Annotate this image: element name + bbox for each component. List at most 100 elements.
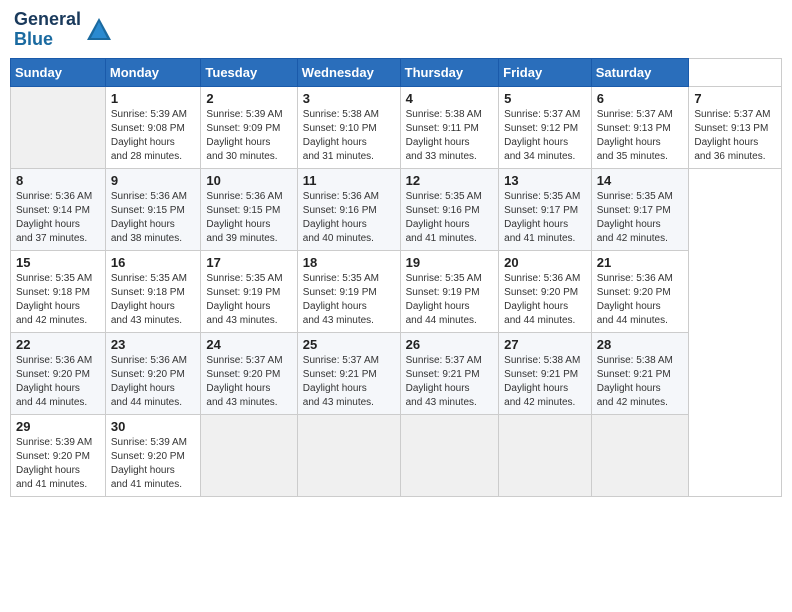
calendar-week-row: 22 Sunrise: 5:36 AM Sunset: 9:20 PM Dayl…	[11, 332, 782, 414]
day-info: Sunrise: 5:36 AM Sunset: 9:20 PM Dayligh…	[597, 272, 684, 328]
calendar-header-row: SundayMondayTuesdayWednesdayThursdayFrid…	[11, 58, 782, 86]
day-info: Sunrise: 5:35 AM Sunset: 9:19 PM Dayligh…	[406, 272, 494, 328]
calendar-week-row: 29 Sunrise: 5:39 AM Sunset: 9:20 PM Dayl…	[11, 414, 782, 496]
day-number: 30	[111, 419, 196, 434]
day-info: Sunrise: 5:35 AM Sunset: 9:18 PM Dayligh…	[16, 272, 100, 328]
day-info: Sunrise: 5:37 AM Sunset: 9:21 PM Dayligh…	[406, 354, 494, 410]
day-info: Sunrise: 5:36 AM Sunset: 9:15 PM Dayligh…	[111, 190, 196, 246]
day-number: 6	[597, 91, 684, 106]
day-number: 2	[206, 91, 291, 106]
page-header: GeneralBlue	[10, 10, 782, 50]
day-info: Sunrise: 5:37 AM Sunset: 9:20 PM Dayligh…	[206, 354, 291, 410]
day-info: Sunrise: 5:35 AM Sunset: 9:19 PM Dayligh…	[206, 272, 291, 328]
calendar-day-cell: 8 Sunrise: 5:36 AM Sunset: 9:14 PM Dayli…	[11, 168, 106, 250]
calendar-week-row: 1 Sunrise: 5:39 AM Sunset: 9:08 PM Dayli…	[11, 86, 782, 168]
calendar-day-cell	[591, 414, 689, 496]
day-number: 15	[16, 255, 100, 270]
calendar-day-cell	[499, 414, 592, 496]
weekday-header-friday: Friday	[499, 58, 592, 86]
day-number: 17	[206, 255, 291, 270]
calendar-day-cell: 10 Sunrise: 5:36 AM Sunset: 9:15 PM Dayl…	[201, 168, 297, 250]
calendar-day-cell: 6 Sunrise: 5:37 AM Sunset: 9:13 PM Dayli…	[591, 86, 689, 168]
day-info: Sunrise: 5:36 AM Sunset: 9:16 PM Dayligh…	[303, 190, 395, 246]
day-info: Sunrise: 5:35 AM Sunset: 9:16 PM Dayligh…	[406, 190, 494, 246]
empty-cell	[11, 86, 106, 168]
day-number: 21	[597, 255, 684, 270]
day-number: 25	[303, 337, 395, 352]
day-number: 5	[504, 91, 586, 106]
day-number: 4	[406, 91, 494, 106]
day-number: 7	[694, 91, 776, 106]
day-info: Sunrise: 5:39 AM Sunset: 9:20 PM Dayligh…	[111, 436, 196, 492]
day-number: 13	[504, 173, 586, 188]
day-info: Sunrise: 5:38 AM Sunset: 9:10 PM Dayligh…	[303, 108, 395, 164]
calendar-week-row: 8 Sunrise: 5:36 AM Sunset: 9:14 PM Dayli…	[11, 168, 782, 250]
day-number: 29	[16, 419, 100, 434]
weekday-header-tuesday: Tuesday	[201, 58, 297, 86]
day-number: 24	[206, 337, 291, 352]
day-number: 20	[504, 255, 586, 270]
day-info: Sunrise: 5:37 AM Sunset: 9:13 PM Dayligh…	[597, 108, 684, 164]
day-info: Sunrise: 5:38 AM Sunset: 9:11 PM Dayligh…	[406, 108, 494, 164]
calendar-day-cell: 13 Sunrise: 5:35 AM Sunset: 9:17 PM Dayl…	[499, 168, 592, 250]
weekday-header-wednesday: Wednesday	[297, 58, 400, 86]
calendar-day-cell: 5 Sunrise: 5:37 AM Sunset: 9:12 PM Dayli…	[499, 86, 592, 168]
calendar-day-cell: 14 Sunrise: 5:35 AM Sunset: 9:17 PM Dayl…	[591, 168, 689, 250]
day-number: 19	[406, 255, 494, 270]
day-info: Sunrise: 5:36 AM Sunset: 9:14 PM Dayligh…	[16, 190, 100, 246]
calendar-day-cell: 22 Sunrise: 5:36 AM Sunset: 9:20 PM Dayl…	[11, 332, 106, 414]
logo: GeneralBlue	[14, 10, 113, 50]
day-info: Sunrise: 5:39 AM Sunset: 9:08 PM Dayligh…	[111, 108, 196, 164]
day-info: Sunrise: 5:35 AM Sunset: 9:17 PM Dayligh…	[504, 190, 586, 246]
calendar-day-cell: 23 Sunrise: 5:36 AM Sunset: 9:20 PM Dayl…	[105, 332, 201, 414]
weekday-header-thursday: Thursday	[400, 58, 499, 86]
calendar-day-cell: 1 Sunrise: 5:39 AM Sunset: 9:08 PM Dayli…	[105, 86, 201, 168]
day-number: 3	[303, 91, 395, 106]
calendar-day-cell: 25 Sunrise: 5:37 AM Sunset: 9:21 PM Dayl…	[297, 332, 400, 414]
calendar-day-cell: 21 Sunrise: 5:36 AM Sunset: 9:20 PM Dayl…	[591, 250, 689, 332]
calendar-day-cell: 3 Sunrise: 5:38 AM Sunset: 9:10 PM Dayli…	[297, 86, 400, 168]
logo-text: GeneralBlue	[14, 10, 81, 50]
calendar-day-cell: 2 Sunrise: 5:39 AM Sunset: 9:09 PM Dayli…	[201, 86, 297, 168]
calendar-day-cell: 9 Sunrise: 5:36 AM Sunset: 9:15 PM Dayli…	[105, 168, 201, 250]
day-number: 18	[303, 255, 395, 270]
day-number: 26	[406, 337, 494, 352]
day-number: 22	[16, 337, 100, 352]
day-info: Sunrise: 5:37 AM Sunset: 9:21 PM Dayligh…	[303, 354, 395, 410]
weekday-header-monday: Monday	[105, 58, 201, 86]
day-info: Sunrise: 5:38 AM Sunset: 9:21 PM Dayligh…	[504, 354, 586, 410]
calendar-day-cell: 20 Sunrise: 5:36 AM Sunset: 9:20 PM Dayl…	[499, 250, 592, 332]
day-number: 27	[504, 337, 586, 352]
calendar-table: SundayMondayTuesdayWednesdayThursdayFrid…	[10, 58, 782, 497]
day-info: Sunrise: 5:36 AM Sunset: 9:20 PM Dayligh…	[504, 272, 586, 328]
calendar-day-cell: 11 Sunrise: 5:36 AM Sunset: 9:16 PM Dayl…	[297, 168, 400, 250]
day-info: Sunrise: 5:36 AM Sunset: 9:20 PM Dayligh…	[111, 354, 196, 410]
day-info: Sunrise: 5:38 AM Sunset: 9:21 PM Dayligh…	[597, 354, 684, 410]
day-info: Sunrise: 5:36 AM Sunset: 9:20 PM Dayligh…	[16, 354, 100, 410]
calendar-day-cell: 30 Sunrise: 5:39 AM Sunset: 9:20 PM Dayl…	[105, 414, 201, 496]
calendar-day-cell: 17 Sunrise: 5:35 AM Sunset: 9:19 PM Dayl…	[201, 250, 297, 332]
logo-icon	[85, 16, 113, 44]
calendar-week-row: 15 Sunrise: 5:35 AM Sunset: 9:18 PM Dayl…	[11, 250, 782, 332]
day-info: Sunrise: 5:37 AM Sunset: 9:12 PM Dayligh…	[504, 108, 586, 164]
day-number: 10	[206, 173, 291, 188]
calendar-day-cell: 26 Sunrise: 5:37 AM Sunset: 9:21 PM Dayl…	[400, 332, 499, 414]
calendar-day-cell: 24 Sunrise: 5:37 AM Sunset: 9:20 PM Dayl…	[201, 332, 297, 414]
calendar-day-cell: 29 Sunrise: 5:39 AM Sunset: 9:20 PM Dayl…	[11, 414, 106, 496]
calendar-day-cell	[201, 414, 297, 496]
day-number: 1	[111, 91, 196, 106]
calendar-day-cell: 28 Sunrise: 5:38 AM Sunset: 9:21 PM Dayl…	[591, 332, 689, 414]
day-info: Sunrise: 5:35 AM Sunset: 9:17 PM Dayligh…	[597, 190, 684, 246]
calendar-day-cell	[400, 414, 499, 496]
calendar-day-cell: 7 Sunrise: 5:37 AM Sunset: 9:13 PM Dayli…	[689, 86, 782, 168]
calendar-day-cell	[297, 414, 400, 496]
calendar-day-cell: 12 Sunrise: 5:35 AM Sunset: 9:16 PM Dayl…	[400, 168, 499, 250]
calendar-day-cell: 4 Sunrise: 5:38 AM Sunset: 9:11 PM Dayli…	[400, 86, 499, 168]
day-info: Sunrise: 5:36 AM Sunset: 9:15 PM Dayligh…	[206, 190, 291, 246]
weekday-header-sunday: Sunday	[11, 58, 106, 86]
calendar-day-cell: 18 Sunrise: 5:35 AM Sunset: 9:19 PM Dayl…	[297, 250, 400, 332]
day-number: 11	[303, 173, 395, 188]
weekday-header-saturday: Saturday	[591, 58, 689, 86]
day-info: Sunrise: 5:39 AM Sunset: 9:20 PM Dayligh…	[16, 436, 100, 492]
day-info: Sunrise: 5:39 AM Sunset: 9:09 PM Dayligh…	[206, 108, 291, 164]
